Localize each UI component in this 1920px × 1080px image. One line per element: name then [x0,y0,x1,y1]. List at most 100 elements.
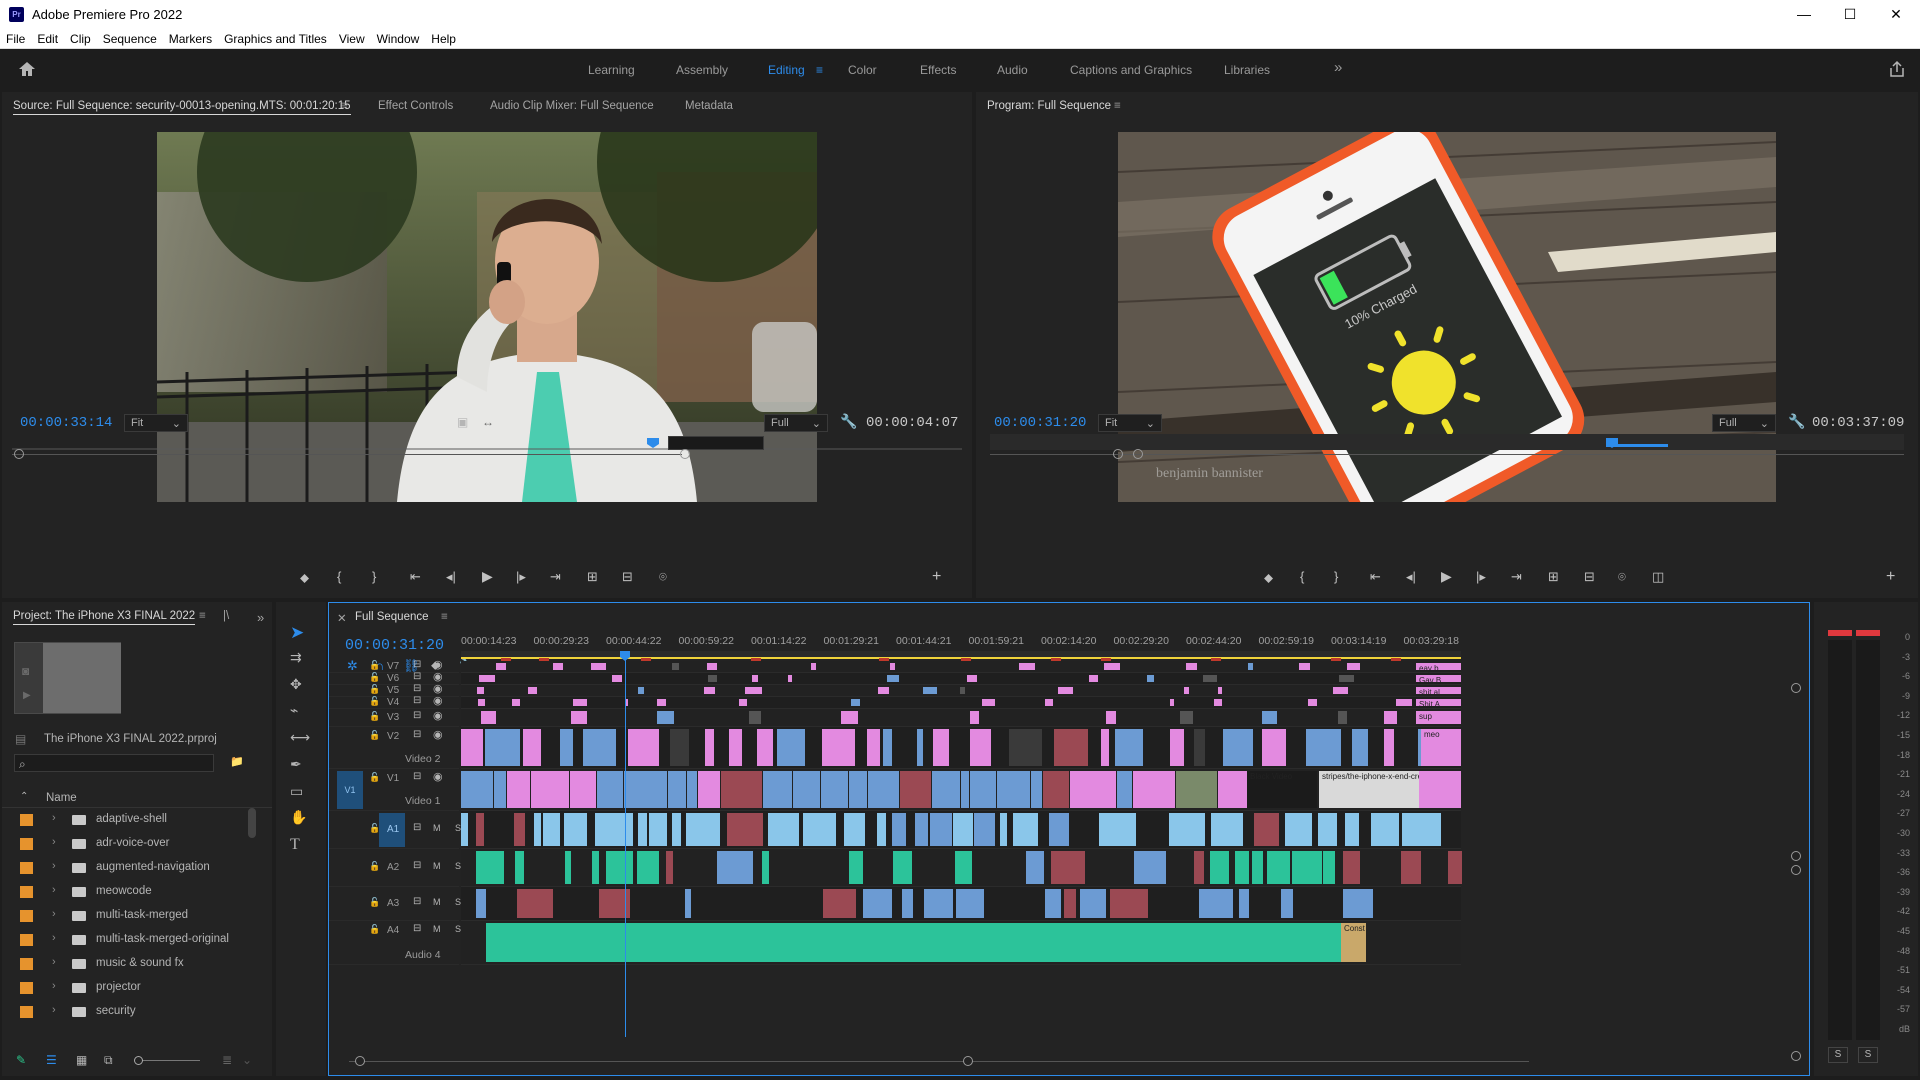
timeline-clip[interactable] [1018,663,1036,670]
program-step-back-icon[interactable]: ◂| [1406,569,1416,585]
timeline-clip[interactable] [726,813,764,846]
track-lane-a3[interactable] [461,887,1461,921]
track-header-v1[interactable]: V1 🔓 V1 ⊟ ◉ Video 1 [329,769,459,811]
program-zoom-scrollbar[interactable] [990,454,1904,455]
timeline-clip[interactable] [1210,851,1230,884]
timeline-clip[interactable] [594,813,633,846]
timeline-clip[interactable]: Gav B [1416,675,1461,685]
tab-project[interactable]: Project: The iPhone X3 FINAL 2022 [13,610,196,625]
tab-audio-clip-mixer[interactable]: Audio Clip Mixer: Full Sequence [490,100,654,112]
source-zoom-scrollbar[interactable] [12,454,682,455]
project-bin-item[interactable]: › adaptive-shell [2,808,252,832]
source-go-to-in-icon[interactable]: ⇤ [410,569,421,585]
meter-solo-right-button[interactable]: S [1858,1047,1878,1063]
timeline-clip[interactable] [762,771,793,808]
chevron-right-icon[interactable]: › [52,932,56,944]
track-lane-a2[interactable] [461,849,1463,887]
track-lane-a4[interactable]: Const [461,921,1461,965]
menu-markers[interactable]: Markers [163,29,218,46]
timeline-clip[interactable] [668,771,687,808]
timeline-clip[interactable] [612,675,622,682]
source-step-forward-icon[interactable]: |▸ [516,569,526,585]
timeline-clip[interactable] [1051,851,1086,884]
timeline-clip[interactable]: Black Video [1247,771,1317,808]
menu-view[interactable]: View [333,29,371,46]
timeline-clip[interactable]: Shit A [1416,699,1461,709]
eye-icon[interactable]: ◉ [433,711,443,722]
chevron-right-icon[interactable]: › [52,860,56,872]
timeline-clip[interactable] [969,711,979,724]
toggle-sync-lock-icon[interactable]: ⊟ [413,711,421,721]
timeline-clip[interactable] [1306,729,1341,766]
program-button-editor-plus-icon[interactable]: + [1886,568,1895,586]
timeline-clip[interactable] [1253,813,1280,846]
timeline-clip[interactable] [877,687,890,694]
source-resolution-dropdown[interactable]: Full ⌄ [764,414,828,432]
source-zoom-dropdown[interactable]: Fit ⌄ [124,414,188,432]
type-tool-icon[interactable]: T [290,837,300,853]
timeline-tab-menu-icon[interactable]: ≡ [441,611,448,623]
mute-button[interactable]: M [433,898,441,907]
voice-over-record-icon[interactable]: ⊟ [413,823,421,833]
workspace-learning[interactable]: Learning [588,63,635,77]
program-step-forward-icon[interactable]: |▸ [1476,569,1486,585]
timeline-clip[interactable] [479,675,496,682]
source-settings-icon[interactable]: ▣ [457,416,468,428]
timeline-clip[interactable] [748,711,762,724]
timeline-clip[interactable] [1318,813,1338,846]
workspace-captions-and-graphics[interactable]: Captions and Graphics [1070,63,1192,77]
track-header-a2[interactable]: 🔓 A2 ⊟ M S [329,849,461,887]
toggle-sync-lock-icon[interactable]: ⊟ [413,684,421,694]
timeline-clip[interactable] [572,699,587,706]
timeline-clip[interactable] [863,889,893,918]
timeline-clip[interactable] [513,813,525,846]
timeline-clip[interactable] [1333,687,1348,694]
razor-tool-icon[interactable]: ⌁ [290,703,298,717]
timeline-clip[interactable] [1186,663,1198,670]
lock-icon[interactable]: 🔓 [369,824,380,833]
program-go-to-in-icon[interactable]: ⇤ [1370,569,1381,585]
program-play-button[interactable]: ▶ [1441,568,1452,585]
timeline-scroll-handle-left[interactable] [355,1056,365,1066]
menu-graphics-and-titles[interactable]: Graphics and Titles [218,29,333,46]
timeline-clip[interactable]: eay b [1416,663,1461,673]
timeline-clip[interactable] [1343,851,1361,884]
source-in-out-range[interactable] [668,436,764,450]
source-button-editor-plus-icon[interactable]: + [932,568,941,586]
timeline-playhead-line[interactable] [624,659,626,1037]
timeline-clip[interactable] [534,813,541,846]
timeline-clip[interactable]: stripes/the-iphone-x-end-credits.psd [1319,771,1450,808]
project-bin-item[interactable]: › augmented-navigation [2,856,252,880]
program-scroll-handle-left[interactable] [1113,449,1123,459]
project-bin-item[interactable]: › security [2,1000,252,1024]
timeline-clip[interactable] [628,729,660,766]
mute-button[interactable]: M [433,862,441,871]
timeline-clip[interactable] [1134,851,1166,884]
timeline-clip[interactable] [476,813,485,846]
timeline-scroll-handle-right[interactable] [963,1056,973,1066]
track-header-v3[interactable]: 🔓 V3 ⊟ ◉ [329,709,459,727]
timeline-clip[interactable] [1063,889,1076,918]
close-sequence-icon[interactable]: ✕ [337,611,347,625]
source-scroll-handle-left[interactable] [14,449,24,459]
timeline-clip[interactable] [960,771,969,808]
freeform-view-icon[interactable]: ⧉ [104,1054,113,1066]
timeline-clip[interactable] [476,851,504,884]
timeline-clip[interactable] [899,771,932,808]
timeline-clip[interactable] [1384,729,1395,766]
source-patch-v1[interactable]: V1 [337,771,363,809]
timeline-clip[interactable] [1043,771,1069,808]
timeline-clip[interactable] [821,729,855,766]
project-bin-item[interactable]: › adr-voice-over [2,832,252,856]
timeline-clip[interactable] [657,711,674,724]
timeline-playhead-timecode[interactable]: 00:00:31:20 [345,637,444,654]
timeline-clip[interactable] [1080,889,1107,918]
timeline-clip[interactable] [559,729,573,766]
timeline-clip[interactable] [704,687,716,694]
timeline-clip[interactable] [1045,889,1062,918]
timeline-clip[interactable] [955,851,973,884]
sort-icons-icon[interactable]: ≣ [222,1054,232,1066]
list-view-icon[interactable]: ☰ [46,1054,57,1066]
track-label[interactable]: A3 [387,898,399,909]
timeline-clip[interactable] [1339,675,1355,682]
